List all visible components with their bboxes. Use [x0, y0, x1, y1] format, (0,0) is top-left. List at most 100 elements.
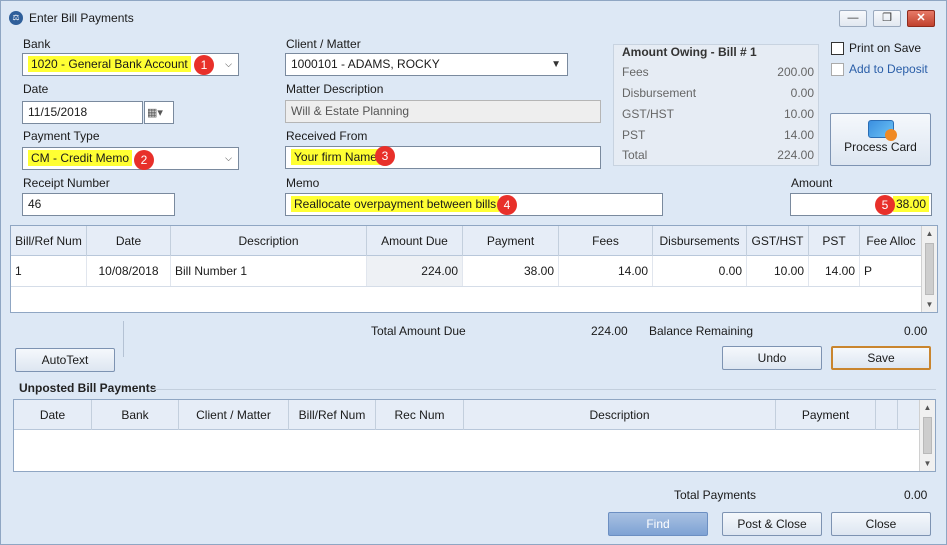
date-label: Date — [23, 82, 49, 96]
chevron-down-icon: ⌵ — [225, 59, 232, 69]
col-fees[interactable]: Fees — [559, 226, 653, 256]
balance-remaining-value: 0.00 — [904, 324, 928, 338]
credit-card-icon — [867, 120, 897, 141]
app-scales-icon: ⚖ — [9, 11, 23, 25]
col-payment[interactable]: Payment — [776, 400, 876, 430]
col-extra — [876, 400, 898, 430]
autotext-button[interactable]: AutoText — [15, 348, 115, 372]
bank-value: 1020 - General Bank Account — [28, 56, 191, 72]
scroll-up-icon[interactable]: ▲ — [922, 226, 937, 241]
unposted-table-header: Date Bank Client / Matter Bill/Ref Num R… — [14, 400, 920, 430]
scroll-down-icon[interactable]: ▼ — [922, 297, 937, 312]
bills-table-scrollbar[interactable]: ▲ ▼ — [921, 226, 937, 312]
scroll-up-icon[interactable]: ▲ — [920, 400, 935, 415]
receipt-number-field[interactable]: 46 — [22, 193, 175, 216]
received-from-field[interactable]: Your firm Name — [285, 146, 601, 169]
find-button[interactable]: Find — [608, 512, 708, 536]
minimize-button[interactable]: — — [839, 10, 867, 27]
cell-gst-hst[interactable]: 10.00 — [747, 256, 809, 286]
window-title: Enter Bill Payments — [29, 11, 134, 25]
cell-fees[interactable]: 14.00 — [559, 256, 653, 286]
owing-row-total: Total 224.00 — [622, 148, 814, 162]
amount-owing-title: Amount Owing - Bill # 1 — [622, 45, 757, 59]
col-date[interactable]: Date — [14, 400, 92, 430]
enter-bill-payments-window: ⚖ Enter Bill Payments — ❐ ✕ Bank 1020 - … — [0, 0, 947, 545]
scroll-thumb[interactable] — [925, 243, 934, 295]
title-bar: ⚖ Enter Bill Payments — ❐ ✕ — [1, 1, 946, 35]
matter-description-field: Will & Estate Planning — [285, 100, 601, 123]
col-bill-ref[interactable]: Bill/Ref Num — [11, 226, 87, 256]
scroll-thumb[interactable] — [923, 417, 932, 454]
unposted-payments-label: Unposted Bill Payments — [19, 381, 157, 395]
print-on-save-checkbox[interactable] — [831, 42, 844, 55]
callout-badge-2: 2 — [134, 150, 154, 170]
col-amount-due[interactable]: Amount Due — [367, 226, 463, 256]
owing-row-disbursement: Disbursement 0.00 — [622, 86, 814, 100]
cell-bill-ref: 1 — [11, 256, 87, 286]
close-button[interactable]: Close — [831, 512, 931, 536]
col-description[interactable]: Description — [464, 400, 776, 430]
matter-description-label: Matter Description — [286, 82, 384, 96]
payment-type-value: CM - Credit Memo — [28, 150, 133, 166]
process-card-label: Process Card — [844, 140, 917, 154]
client-matter-value: 1000101 - ADAMS, ROCKY — [291, 57, 440, 71]
scroll-down-icon[interactable]: ▼ — [920, 456, 935, 471]
col-disbursements[interactable]: Disbursements — [653, 226, 747, 256]
memo-value: Reallocate overpayment between bills — [291, 196, 500, 212]
col-client-matter[interactable]: Client / Matter — [179, 400, 289, 430]
cell-description: Bill Number 1 — [171, 256, 367, 286]
cell-payment[interactable]: 38.00 — [463, 256, 559, 286]
calendar-icon: ▦▾ — [147, 107, 163, 119]
amount-field[interactable]: 38.00 — [790, 193, 932, 216]
dropdown-arrow-icon: ▼ — [551, 59, 561, 70]
save-button[interactable]: Save — [831, 346, 931, 370]
add-to-deposit-label: Add to Deposit — [849, 62, 928, 76]
callout-badge-1: 1 — [194, 55, 214, 75]
maximize-button[interactable]: ❐ — [873, 10, 901, 27]
vertical-divider — [123, 321, 124, 357]
process-card-button[interactable]: Process Card — [830, 113, 931, 166]
col-fee-alloc[interactable]: Fee Alloc — [860, 226, 922, 256]
received-from-value: Your firm Name — [291, 149, 380, 165]
cell-disbursements[interactable]: 0.00 — [653, 256, 747, 286]
cell-pst[interactable]: 14.00 — [809, 256, 860, 286]
callout-badge-5: 5 — [875, 195, 895, 215]
total-payments-value: 0.00 — [904, 488, 928, 502]
col-pst[interactable]: PST — [809, 226, 860, 256]
col-bank[interactable]: Bank — [92, 400, 179, 430]
owing-row-pst: PST 14.00 — [622, 128, 814, 142]
receipt-number-label: Receipt Number — [23, 176, 110, 190]
amount-value: 38.00 — [892, 196, 929, 212]
col-date[interactable]: Date — [87, 226, 171, 256]
bills-table-header: Bill/Ref Num Date Description Amount Due… — [11, 226, 922, 256]
date-field[interactable]: 11/15/2018 — [22, 101, 143, 124]
col-rec-num[interactable]: Rec Num — [376, 400, 464, 430]
post-and-close-button[interactable]: Post & Close — [722, 512, 822, 536]
callout-badge-3: 3 — [375, 146, 395, 166]
calendar-picker-button[interactable]: ▦▾ — [144, 101, 174, 124]
col-description[interactable]: Description — [171, 226, 367, 256]
payment-type-dropdown[interactable]: CM - Credit Memo ⌵ — [22, 147, 239, 170]
memo-field[interactable]: Reallocate overpayment between bills — [285, 193, 663, 216]
amount-owing-panel: Amount Owing - Bill # 1 Fees 200.00 Disbu… — [613, 44, 819, 166]
cell-fee-alloc[interactable]: P — [860, 256, 922, 286]
client-matter-dropdown[interactable]: 1000101 - ADAMS, ROCKY ▼ — [285, 53, 568, 76]
group-divider — [151, 389, 936, 390]
col-gst-hst[interactable]: GST/HST — [747, 226, 809, 256]
total-amount-due-label: Total Amount Due — [371, 324, 466, 338]
callout-badge-4: 4 — [497, 195, 517, 215]
table-row[interactable]: 1 10/08/2018 Bill Number 1 224.00 38.00 … — [11, 256, 922, 287]
undo-button[interactable]: Undo — [722, 346, 822, 370]
unposted-table-scrollbar[interactable]: ▲ ▼ — [919, 400, 935, 471]
col-bill-ref[interactable]: Bill/Ref Num — [289, 400, 376, 430]
cell-amount-due: 224.00 — [367, 256, 463, 286]
close-window-button[interactable]: ✕ — [907, 10, 935, 27]
bills-table: Bill/Ref Num Date Description Amount Due… — [10, 225, 938, 313]
unposted-payments-table: Date Bank Client / Matter Bill/Ref Num R… — [13, 399, 936, 472]
memo-label: Memo — [286, 176, 320, 190]
add-to-deposit-checkbox[interactable] — [831, 63, 844, 76]
col-payment[interactable]: Payment — [463, 226, 559, 256]
total-amount-due-value: 224.00 — [591, 324, 628, 338]
cell-date: 10/08/2018 — [87, 256, 171, 286]
print-on-save-label: Print on Save — [849, 41, 922, 55]
